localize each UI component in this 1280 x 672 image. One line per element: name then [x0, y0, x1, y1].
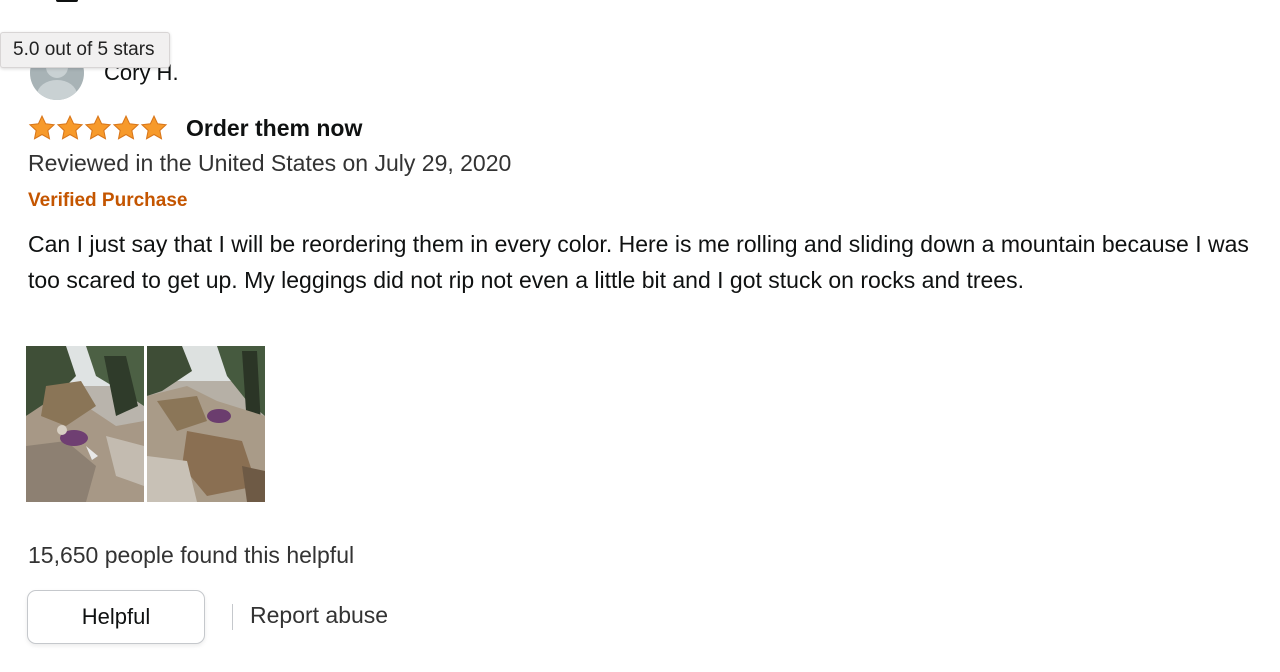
- review-date: Reviewed in the United States on July 29…: [28, 150, 512, 176]
- review-title[interactable]: Order them now: [186, 115, 362, 142]
- verified-purchase-badge[interactable]: Verified Purchase: [28, 190, 187, 212]
- star-icon: [112, 114, 140, 140]
- star-icon: [56, 114, 84, 140]
- rating-tooltip: 5.0 out of 5 stars: [0, 32, 170, 68]
- heading-fragment: [56, 0, 78, 2]
- star-icon: [28, 114, 56, 140]
- divider: [232, 604, 233, 630]
- review-image-thumbnail[interactable]: [147, 346, 265, 502]
- review-body: Can I just say that I will be reordering…: [28, 231, 1249, 293]
- star-icon: [140, 114, 168, 140]
- review-image-thumbnail[interactable]: [26, 346, 144, 502]
- avatar-shoulders: [37, 80, 77, 100]
- rating-row: Order them now: [28, 112, 362, 144]
- star-rating[interactable]: [28, 114, 168, 142]
- helpful-count: 15,650 people found this helpful: [28, 542, 355, 568]
- star-icon: [84, 114, 112, 140]
- helpful-button[interactable]: Helpful: [27, 590, 205, 644]
- review-images: [26, 346, 265, 502]
- review-page: 5.0 out of 5 stars Cory H. Order them no…: [0, 0, 1280, 672]
- report-abuse-link[interactable]: Report abuse: [250, 602, 388, 629]
